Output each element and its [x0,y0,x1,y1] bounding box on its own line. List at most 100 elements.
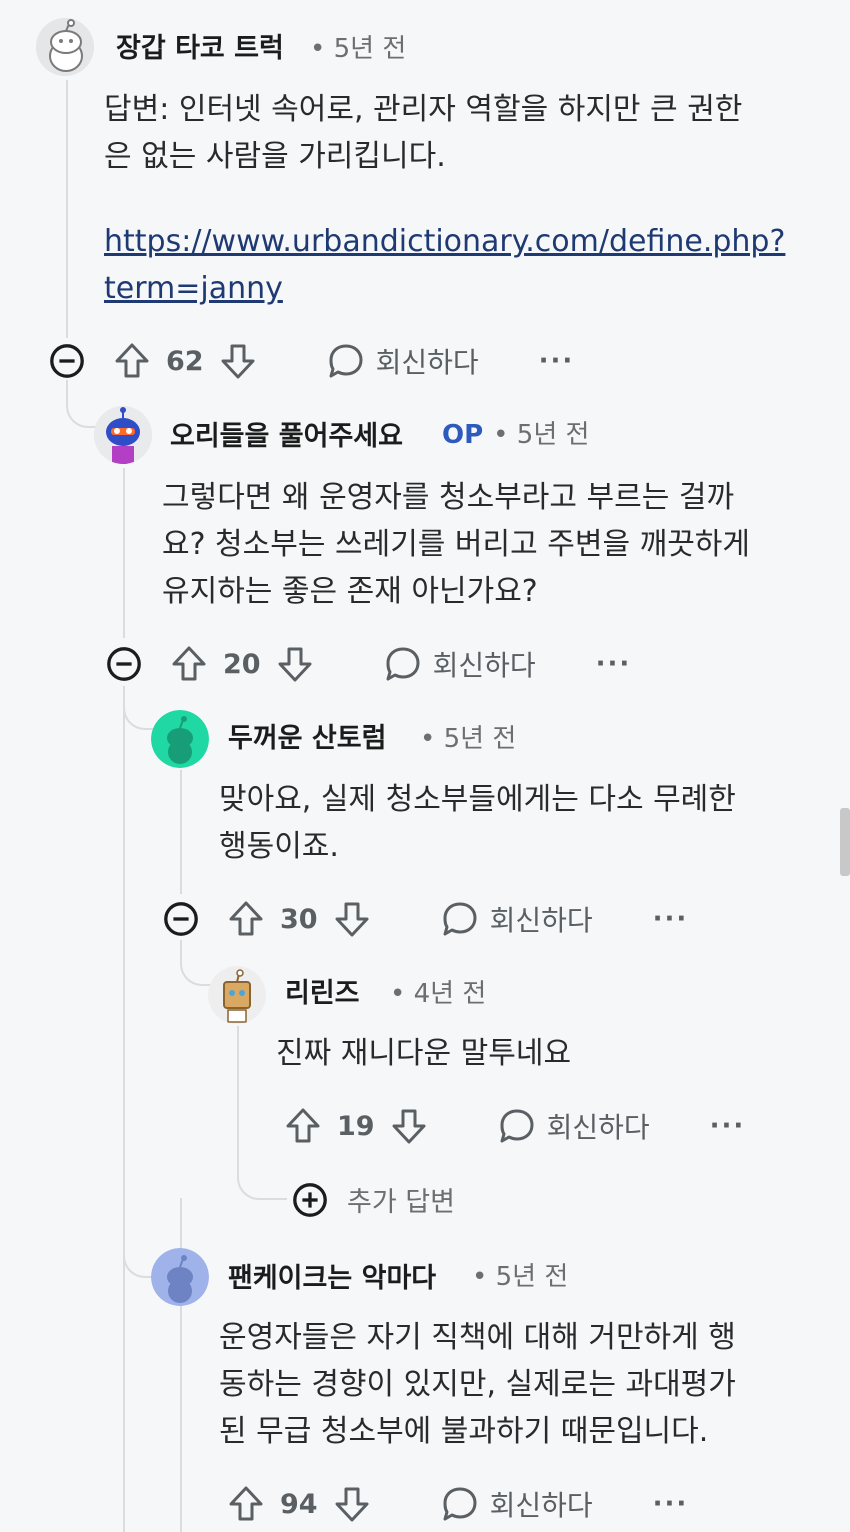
comment-line: 그렇다면 왜 운영자를 청소부라고 부르는 걸까 [162,480,735,515]
comment-line: 은 없는 사람을 가리킵니다. [104,139,446,174]
collapse-icon [48,342,86,380]
snoo-avatar-icon [36,18,94,76]
avatar[interactable] [36,18,94,76]
downvote-icon[interactable] [218,341,258,381]
upvote-icon[interactable] [226,899,266,939]
comment-actions: 62 회신하다 ··· [112,341,574,381]
comment-link[interactable]: term=janny [104,265,804,312]
comment-line: 행동이죠. [219,829,339,864]
username[interactable]: 오리들을 풀어주세요 [170,414,403,453]
reply-button[interactable]: 회신하다 [326,341,479,381]
thread-connector-2 [123,686,155,730]
thread-connector-3 [180,940,212,986]
vote-count: 19 [337,1110,375,1142]
vote-count: 62 [166,345,204,377]
comment-line: 동하는 경향이 있지만, 실제로는 과대평가 [219,1367,736,1402]
timestamp: 5년 전 [333,34,407,64]
collapse-button[interactable] [105,645,143,687]
comment-body: 답변: 인터넷 속어로, 관리자 역할을 하지만 큰 권한 은 없는 사람을 가… [104,86,804,312]
reply-label: 회신하다 [375,346,479,379]
avatar[interactable] [151,710,209,768]
vote-count: 94 [280,1488,318,1520]
comment-actions: 19 회신하다 ··· [283,1106,745,1146]
comment-link[interactable]: https://www.urbandictionary.com/define.p… [104,218,804,265]
more-replies-label: 추가 답변 [347,1187,455,1218]
more-icon[interactable]: ··· [539,346,575,376]
thread-connector-4 [123,1230,155,1278]
reply-label: 회신하다 [489,904,593,937]
comment-line: 요? 청소부는 쓰레기를 버리고 주변을 깨끗하게 [162,527,751,562]
thread-line-2 [123,468,125,638]
comment-line: 진짜 재니다운 말투네요 [276,1036,572,1071]
collapse-icon [105,645,143,683]
downvote-icon[interactable] [389,1106,429,1146]
comment-bubble-icon [497,1106,537,1146]
timestamp: 5년 전 [516,420,590,450]
timestamp: 4년 전 [413,979,487,1009]
reply-label: 회신하다 [546,1111,650,1144]
more-icon[interactable]: ··· [653,1489,689,1519]
upvote-icon[interactable] [169,644,209,684]
avatar[interactable] [151,1248,209,1306]
downvote-icon[interactable] [332,1484,372,1524]
comment-bubble-icon [440,899,480,939]
collapse-button[interactable] [162,900,200,942]
comment-actions: 30 회신하다 ··· [226,899,688,939]
vote-count: 20 [223,648,261,680]
plus-circle-icon [291,1181,329,1219]
comment-meta: OP • 5년 전 [442,420,590,450]
more-icon[interactable]: ··· [710,1111,746,1141]
snoo-avatar-icon [151,710,209,768]
comment-actions: 94 회신하다 ··· [226,1484,688,1524]
comment-line: 운영자들은 자기 직책에 대해 거만하게 행 [219,1320,736,1355]
comment-line: 답변: 인터넷 속어로, 관리자 역할을 하지만 큰 권한 [104,92,743,127]
comment-meta: • 5년 전 [472,1262,569,1292]
reply-button[interactable]: 회신하다 [497,1106,650,1146]
comment-bubble-icon [440,1484,480,1524]
username[interactable]: 두꺼운 산토럼 [228,716,386,755]
snoo-avatar-icon [208,966,266,1024]
timestamp: 5년 전 [495,1262,569,1292]
username[interactable]: 리린즈 [285,971,360,1010]
scrollbar-thumb[interactable] [840,808,850,876]
downvote-icon[interactable] [275,644,315,684]
vote-count: 30 [280,903,318,935]
comment-line: 유지하는 좋은 존재 아닌가요? [162,574,538,609]
reply-label: 회신하다 [489,1489,593,1522]
op-badge: OP [442,420,484,450]
comment-body: 그렇다면 왜 운영자를 청소부라고 부르는 걸까 요? 청소부는 쓰레기를 버리… [162,474,822,615]
more-replies-button[interactable]: 추가 답변 [291,1180,455,1219]
comment-bubble-icon [326,341,366,381]
comment-actions: 20 회신하다 ··· [169,644,631,684]
reply-button[interactable]: 회신하다 [383,644,536,684]
upvote-icon[interactable] [112,341,152,381]
collapse-button[interactable] [48,342,86,384]
avatar[interactable] [208,966,266,1024]
username[interactable]: 장갑 타코 트럭 [116,26,284,65]
snoo-avatar-icon [151,1248,209,1306]
username[interactable]: 팬케이크는 악마다 [228,1256,436,1295]
upvote-icon[interactable] [226,1484,266,1524]
comment-meta: • 5년 전 [420,724,517,754]
comment-body: 운영자들은 자기 직책에 대해 거만하게 행 동하는 경향이 있지만, 실제로는… [219,1314,819,1455]
collapse-icon [162,900,200,938]
thread-connector-1 [66,380,98,428]
more-icon[interactable]: ··· [653,904,689,934]
reply-button[interactable]: 회신하다 [440,1484,593,1524]
downvote-icon[interactable] [332,899,372,939]
reply-button[interactable]: 회신하다 [440,899,593,939]
comment-line: 된 무급 청소부에 불과하기 때문입니다. [219,1414,709,1449]
comment-body: 진짜 재니다운 말투네요 [276,1030,816,1077]
thread-line-1 [66,80,68,338]
comment-body: 맞아요, 실제 청소부들에게는 다소 무례한 행동이죠. [219,776,819,870]
snoo-avatar-icon [94,406,152,464]
more-icon[interactable]: ··· [596,649,632,679]
avatar[interactable] [94,406,152,464]
comment-meta: • 4년 전 [390,979,487,1009]
comment-bubble-icon [383,644,423,684]
comment-meta: • 5년 전 [310,34,407,64]
reply-label: 회신하다 [432,649,536,682]
upvote-icon[interactable] [283,1106,323,1146]
timestamp: 5년 전 [443,724,517,754]
thread-line-2b [123,686,125,1532]
